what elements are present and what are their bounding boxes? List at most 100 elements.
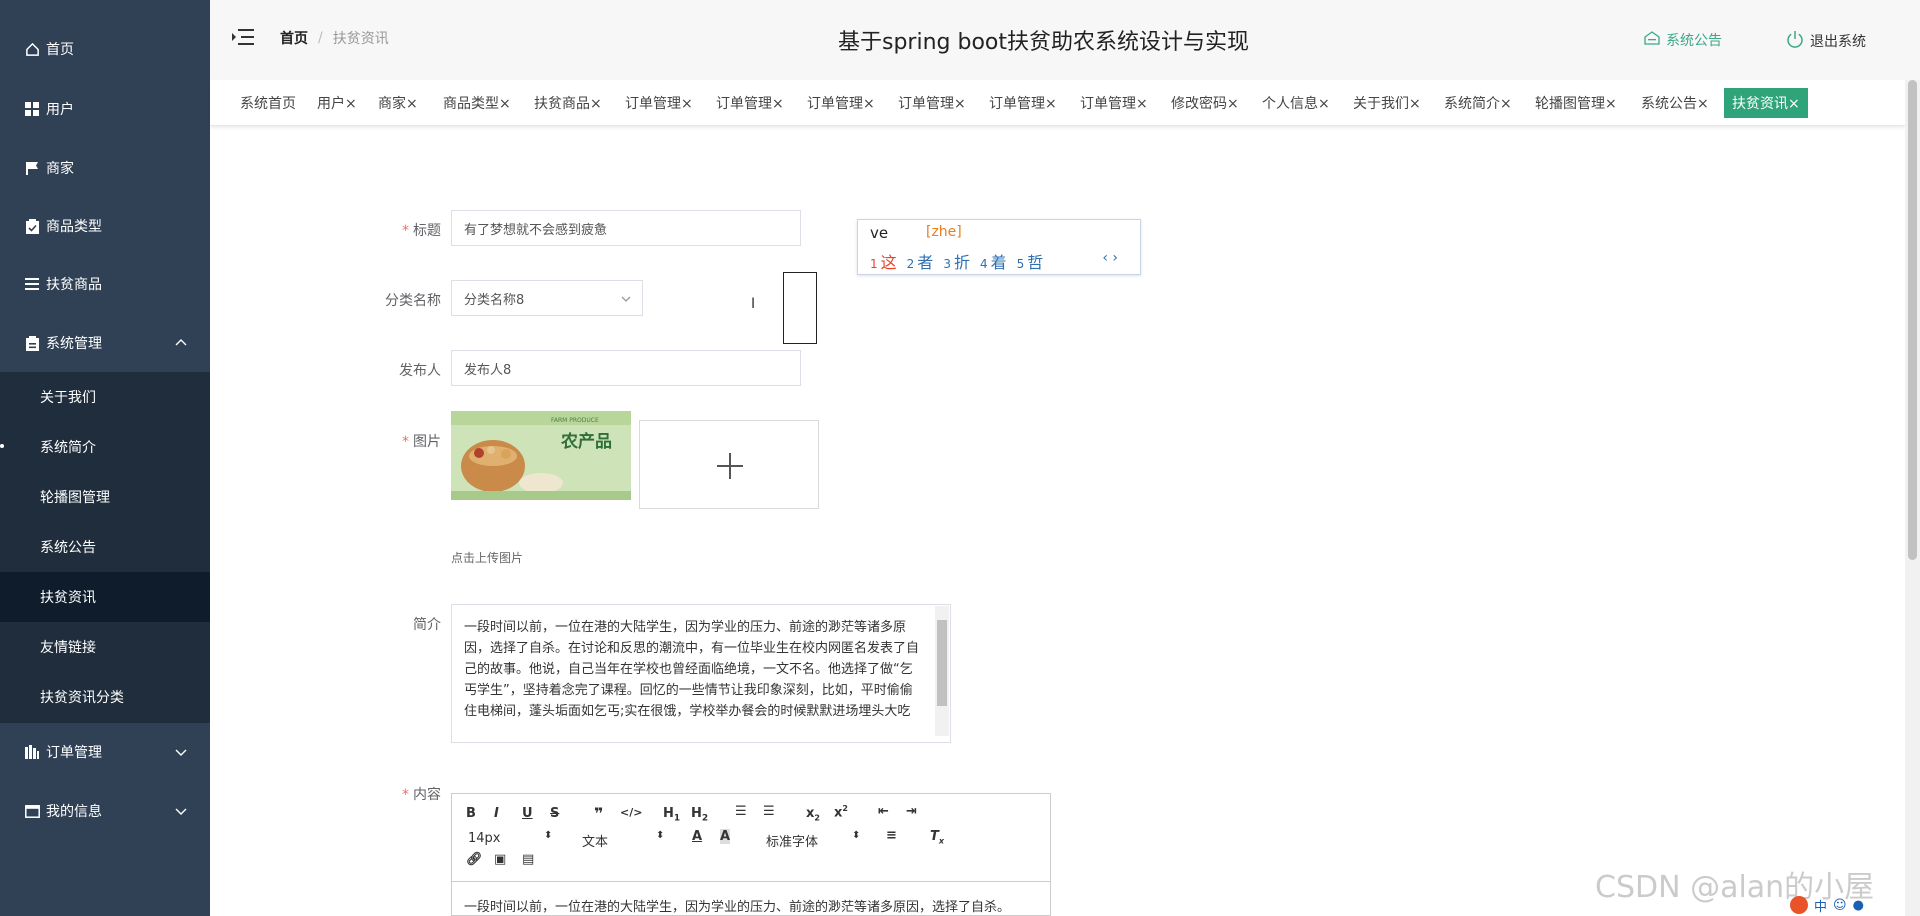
tab-orders-2[interactable]: 订单管理× [712,88,788,118]
subscript-icon[interactable]: x2 [806,806,820,823]
image-upload-button[interactable] [639,420,819,509]
tab-orders-5[interactable]: 订单管理× [985,88,1061,118]
submenu-item-notice[interactable]: 系统公告 [0,522,210,572]
notice-link[interactable]: 系统公告 [1644,30,1722,50]
tab-change-password[interactable]: 修改密码× [1167,88,1243,118]
ime-candidate[interactable]: 4着 [980,249,1007,273]
submenu-item-news[interactable]: 扶贫资讯 [0,572,210,622]
ime-page-nav[interactable]: ‹ › [1102,250,1118,266]
sidebar-item-system-management[interactable]: 系统管理 [0,314,210,372]
tab-notice[interactable]: 系统公告× [1637,88,1713,118]
image-label-text: 图片 [413,434,441,450]
tab-intro[interactable]: 系统简介× [1440,88,1516,118]
tab-poverty-products[interactable]: 扶贫商品× [530,88,606,118]
logout-button[interactable]: 退出系统 [1786,30,1866,52]
tab-about[interactable]: 关于我们× [1349,88,1425,118]
tab-users[interactable]: 用户× [313,88,361,118]
submenu-item-carousel[interactable]: 轮播图管理 [0,472,210,522]
summary-label: 简介 [413,617,441,633]
sidebar-item-users[interactable]: 用户 [0,80,210,138]
rich-text-editor[interactable]: B I U S ❞ </> H1 H2 ☰ ☰ x2 x2 ⇤ ⇥ 14px ⬍… [451,793,1051,916]
bold-icon[interactable]: B [466,806,476,821]
strike-icon[interactable]: S [550,806,559,821]
content-label: * 内容 [341,784,441,804]
sidebar-item-merchants[interactable]: 商家 [0,139,210,197]
breadcrumb-home[interactable]: 首页 [280,28,308,48]
page-scrollbar[interactable] [1905,80,1920,916]
title-input[interactable]: 有了梦想就不会感到疲惫 [451,210,801,246]
scrollbar-thumb[interactable] [1908,80,1917,560]
align-icon[interactable]: ≡ [886,828,897,843]
underline-icon[interactable]: U [522,806,533,821]
ime-candidate[interactable]: 3折 [943,249,970,273]
ime-candidate-number: 2 [906,257,915,271]
ime-tray[interactable]: 中 ☺ ● [1790,894,1905,916]
submenu-item-news-category[interactable]: 扶贫资讯分类 [0,672,210,722]
category-select-value: 分类名称8 [464,292,525,308]
tab-orders-4[interactable]: 订单管理× [894,88,970,118]
font-size-select[interactable]: 14px [468,831,501,846]
tab-orders-1[interactable]: 订单管理× [621,88,697,118]
tab-product-types[interactable]: 商品类型× [439,88,515,118]
sidebar-item-label: 用户 [46,102,74,118]
submenu-item-about[interactable]: 关于我们 [0,372,210,422]
tab-carousel[interactable]: 轮播图管理× [1531,88,1621,118]
submenu-item-label: 系统简介 [40,440,96,456]
bullet-list-icon[interactable]: ☰ [763,804,775,819]
breadcrumb-current: 扶贫资讯 [332,31,389,47]
menu-toggle-icon[interactable] [232,28,254,48]
tab-orders-6[interactable]: 订单管理× [1076,88,1152,118]
font-color-icon[interactable]: A [692,829,702,844]
summary-textarea[interactable]: 一段时间以前，一位在港的大陆学生，因为学业的压力、前途的渺茫等诸多原因，选择了自… [451,604,951,743]
heading2-icon[interactable]: H2 [691,806,708,824]
chevron-down-icon [620,293,632,305]
grid-icon [24,101,40,117]
ime-candidate[interactable]: 5哲 [1017,249,1044,273]
title-label: * 标题 [341,220,441,240]
tab-orders-3[interactable]: 订单管理× [803,88,879,118]
notice-icon [1644,31,1660,49]
clear-format-icon[interactable]: Tx [930,829,944,846]
ime-candidate[interactable]: 1这 [870,249,897,273]
tab-merchants[interactable]: 商家× [374,88,422,118]
tab-system-home[interactable]: 系统首页 [236,88,300,118]
chevron-up-icon [174,336,188,350]
block-type-chevron-icon: ⬍ [656,830,665,841]
image-icon[interactable]: ▣ [494,852,506,867]
sidebar-item-orders[interactable]: 订单管理 [0,723,210,781]
editor-content[interactable]: 一段时间以前，一位在港的大陆学生，因为学业的压力、前途的渺茫等诸多原因，选择了自… [464,896,1010,915]
textarea-scrollbar[interactable] [935,606,949,736]
ime-candidate-number: 5 [1016,257,1025,271]
sidebar-item-label: 我的信息 [46,804,102,820]
ime-candidate-popup: ve [zhe] 1这 2者 3折 4着 5哲 ‹ › [857,219,1141,275]
block-type-select[interactable]: 文本 [582,831,608,850]
submenu-item-intro[interactable]: 系统简介 [0,422,210,472]
system-submenu: 关于我们 系统简介 轮播图管理 系统公告 扶贫资讯 友情链接 扶贫资讯分类 [0,372,210,723]
sidebar-item-my-info[interactable]: 我的信息 [0,782,210,840]
outdent-icon[interactable]: ⇤ [878,804,889,819]
video-icon[interactable]: ▤ [522,852,534,867]
blockquote-icon[interactable]: ❞ [594,804,603,823]
sidebar-item-home[interactable]: 首页 [0,20,210,78]
sidebar: 首页 用户 商家 商品类型 扶贫商品 系统管理 关于我们 系统简介 轮播图管理 … [0,0,210,916]
indent-icon[interactable]: ⇥ [906,804,917,819]
font-family-select[interactable]: 标准字体 [766,831,818,850]
ime-candidate[interactable]: 2者 [907,249,934,273]
tab-personal-info[interactable]: 个人信息× [1258,88,1334,118]
ordered-list-icon[interactable]: ☰ [735,804,747,819]
category-select[interactable]: 分类名称8 [451,280,643,316]
heading1-icon[interactable]: H1 [663,806,680,824]
link-icon[interactable]: 🔗︎ [466,852,483,867]
italic-icon[interactable]: I [494,806,499,821]
uploaded-image-thumbnail[interactable]: 农产品 FARM PRODUCE [451,411,631,500]
publisher-input[interactable]: 发布人8 [451,350,801,386]
submenu-item-links[interactable]: 友情链接 [0,622,210,672]
tab-news[interactable]: 扶贫资讯× [1724,88,1808,118]
code-icon[interactable]: </> [620,806,642,819]
sidebar-item-product-types[interactable]: 商品类型 [0,197,210,255]
superscript-icon[interactable]: x2 [834,804,848,820]
ime-candidates: 1这 2者 3折 4着 5哲 [870,249,1043,273]
background-color-icon[interactable]: A [720,829,731,844]
list-icon [24,276,40,292]
sidebar-item-poverty-products[interactable]: 扶贫商品 [0,255,210,313]
